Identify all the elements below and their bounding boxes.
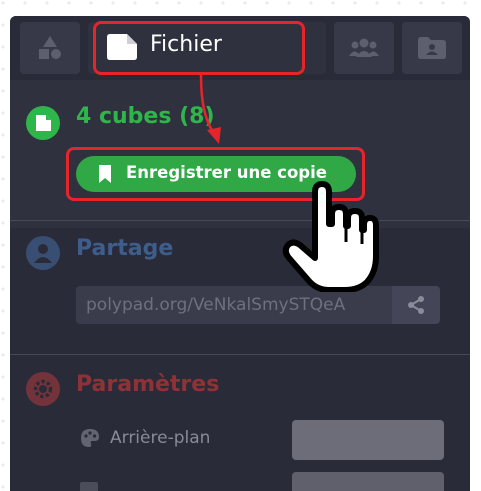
annotation-arrow	[199, 74, 221, 144]
pointer-hand-icon	[282, 181, 379, 292]
